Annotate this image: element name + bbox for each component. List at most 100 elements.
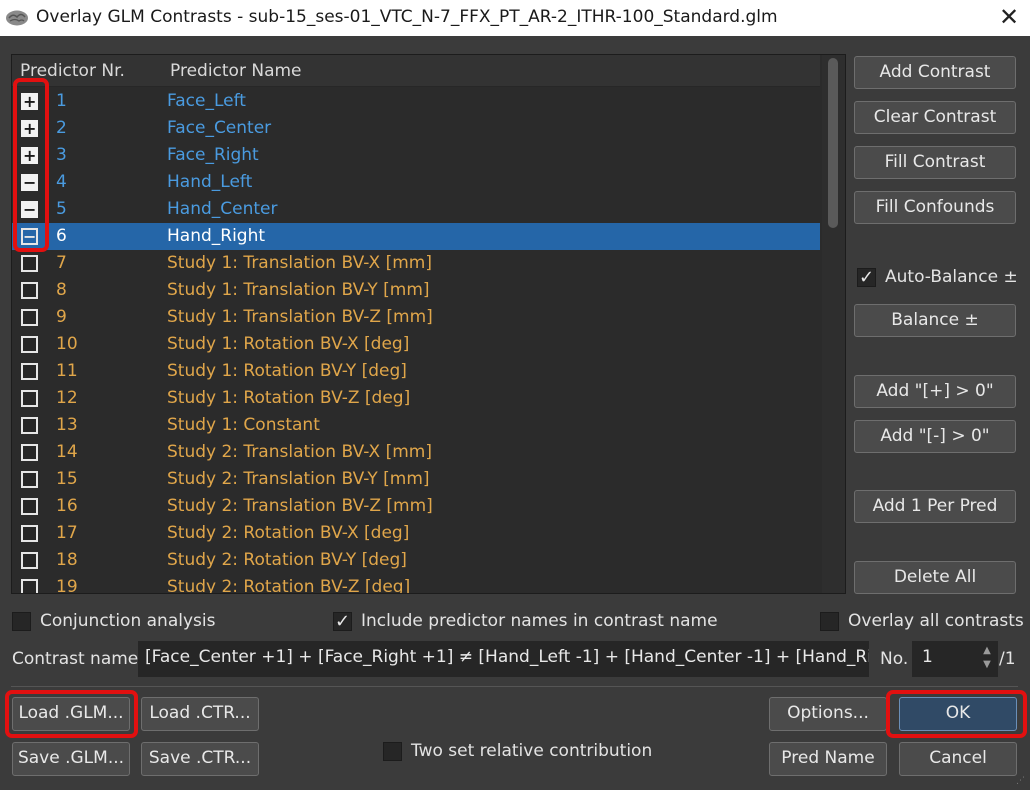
predictor-number: 11	[56, 361, 78, 381]
predictor-list[interactable]: Predictor Nr. Predictor Name +1 Face_Left…	[11, 54, 846, 594]
predictor-row[interactable]: 12 Study 1: Rotation BV-Z [deg]	[12, 385, 820, 412]
predictor-row[interactable]: 9 Study 1: Translation BV-Z [mm]	[12, 304, 820, 331]
predictor-checkbox[interactable]	[21, 579, 38, 593]
predictor-name: Study 2: Rotation BV-X [deg]	[167, 523, 410, 543]
predictor-checkbox[interactable]	[21, 552, 38, 569]
predictor-number: 12	[56, 388, 78, 408]
two-set-contribution-checkbox[interactable]: Two set relative contribution	[383, 741, 663, 764]
contrast-name-field[interactable]: [Face_Center +1] + [Face_Right +1] ≠ [Ha…	[138, 641, 869, 677]
predictor-name: Study 1: Translation BV-X [mm]	[167, 253, 432, 273]
predictor-number: 10	[56, 334, 78, 354]
predictor-checkbox[interactable]	[21, 444, 38, 461]
predictor-row[interactable]: +3 Face_Right	[12, 142, 820, 169]
predictor-row[interactable]: 14 Study 2: Translation BV-X [mm]	[12, 439, 820, 466]
scrollbar-thumb[interactable]	[828, 58, 838, 228]
predictor-row[interactable]: 10 Study 1: Rotation BV-X [deg]	[12, 331, 820, 358]
predictor-name: Study 1: Translation BV-Z [mm]	[167, 307, 433, 327]
predictor-row[interactable]: 13 Study 1: Constant	[12, 412, 820, 439]
predictor-number: 7	[56, 253, 67, 273]
fill-contrast-button[interactable]: Fill Contrast	[854, 146, 1016, 179]
add-contrast-button[interactable]: Add Contrast	[854, 56, 1016, 89]
predictor-row[interactable]: 15 Study 2: Translation BV-Y [mm]	[12, 466, 820, 493]
predictor-row[interactable]: −5 Hand_Center	[12, 196, 820, 223]
predictor-number: 6	[56, 226, 67, 246]
predictor-name: Hand_Left	[167, 172, 253, 192]
predictor-checkbox[interactable]	[21, 471, 38, 488]
save-glm-button[interactable]: Save .GLM...	[12, 742, 130, 776]
contrast-number-label: No.	[880, 649, 909, 669]
divider	[11, 686, 1018, 687]
predictor-number: 16	[56, 496, 78, 516]
auto-balance-checkbox[interactable]: ✓ Auto-Balance ±	[857, 267, 1018, 290]
pred-name-button[interactable]: Pred Name	[769, 742, 887, 776]
predictor-checkbox[interactable]	[21, 255, 38, 272]
scrollbar[interactable]	[822, 55, 845, 593]
delete-all-button[interactable]: Delete All	[854, 561, 1016, 594]
predictor-row[interactable]: 8 Study 1: Translation BV-Y [mm]	[12, 277, 820, 304]
predictor-checkbox[interactable]	[21, 363, 38, 380]
predictor-number: 4	[56, 172, 67, 192]
predictor-checkbox[interactable]	[21, 390, 38, 407]
predictor-number: 13	[56, 415, 78, 435]
add-minus-contrast-button[interactable]: Add "[-] > 0"	[854, 420, 1016, 453]
cancel-button[interactable]: Cancel	[899, 742, 1017, 776]
contrast-name-label: Contrast name:	[12, 649, 144, 669]
predictor-row[interactable]: 11 Study 1: Rotation BV-Y [deg]	[12, 358, 820, 385]
predictor-number: 1	[56, 91, 67, 111]
predictor-name: Face_Left	[167, 91, 246, 111]
highlight-ok	[886, 690, 1027, 738]
predictor-row[interactable]: +2 Face_Center	[12, 115, 820, 142]
predictor-name: Study 1: Rotation BV-X [deg]	[167, 334, 410, 354]
predictor-checkbox[interactable]	[21, 498, 38, 515]
predictor-row[interactable]: 17 Study 2: Rotation BV-X [deg]	[12, 520, 820, 547]
add-plus-contrast-button[interactable]: Add "[+] > 0"	[854, 375, 1016, 408]
predictor-number: 8	[56, 280, 67, 300]
list-header: Predictor Nr. Predictor Name	[12, 55, 820, 87]
window-title: Overlay GLM Contrasts - sub-15_ses-01_VT…	[36, 7, 778, 27]
highlight-load-glm	[5, 690, 138, 738]
clear-contrast-button[interactable]: Clear Contrast	[854, 101, 1016, 134]
predictor-row[interactable]: 7 Study 1: Translation BV-X [mm]	[12, 250, 820, 277]
resize-grip-icon[interactable]: ⋰	[1016, 776, 1028, 788]
predictor-name: Face_Right	[167, 145, 259, 165]
predictor-name: Study 1: Rotation BV-Y [deg]	[167, 361, 407, 381]
predictor-checkbox[interactable]	[21, 309, 38, 326]
predictor-row[interactable]: 16 Study 2: Translation BV-Z [mm]	[12, 493, 820, 520]
predictor-checkbox[interactable]	[21, 282, 38, 299]
predictor-checkbox[interactable]	[21, 525, 38, 542]
predictor-name: Study 1: Rotation BV-Z [deg]	[167, 388, 411, 408]
predictor-checkbox[interactable]	[21, 336, 38, 353]
contrast-number-spinner[interactable]: 1 ▲ ▼	[912, 641, 998, 677]
predictor-number: 15	[56, 469, 78, 489]
brain-icon	[6, 10, 28, 26]
load-ctr-button[interactable]: Load .CTR...	[141, 697, 259, 731]
predictor-number: 5	[56, 199, 67, 219]
predictor-row[interactable]: −4 Hand_Left	[12, 169, 820, 196]
predictor-name: Hand_Right	[167, 226, 266, 246]
predictor-number: 14	[56, 442, 78, 462]
overlay-all-checkbox[interactable]: Overlay all contrasts	[820, 611, 1024, 634]
predictor-name: Study 2: Translation BV-X [mm]	[167, 442, 432, 462]
close-icon[interactable]: ✕	[996, 4, 1022, 30]
predictor-row[interactable]: 18 Study 2: Rotation BV-Y [deg]	[12, 547, 820, 574]
predictor-name: Face_Center	[167, 118, 272, 138]
column-header-name[interactable]: Predictor Name	[170, 61, 302, 81]
fill-confounds-button[interactable]: Fill Confounds	[854, 191, 1016, 224]
predictor-checkbox[interactable]	[21, 417, 38, 434]
predictor-number: 2	[56, 118, 67, 138]
predictor-row[interactable]: −6 Hand_Right	[12, 223, 820, 250]
highlight-contrast-checkboxes	[13, 78, 49, 252]
options-button[interactable]: Options...	[769, 697, 887, 731]
predictor-number: 17	[56, 523, 78, 543]
add-one-per-pred-button[interactable]: Add 1 Per Pred	[854, 490, 1016, 523]
predictor-row[interactable]: 19 Study 2: Rotation BV-Z [deg]	[12, 574, 820, 594]
predictor-row[interactable]: +1 Face_Left	[12, 88, 820, 115]
predictor-number: 3	[56, 145, 67, 165]
include-names-checkbox[interactable]: ✓ Include predictor names in contrast na…	[333, 611, 718, 634]
save-ctr-button[interactable]: Save .CTR...	[141, 742, 259, 776]
conjunction-analysis-checkbox[interactable]: Conjunction analysis	[12, 611, 215, 634]
spinner-arrows-icon[interactable]: ▲ ▼	[979, 644, 995, 672]
checkmark-icon: ✓	[857, 267, 876, 288]
predictor-number: 19	[56, 577, 78, 594]
balance-button[interactable]: Balance ±	[854, 304, 1016, 337]
